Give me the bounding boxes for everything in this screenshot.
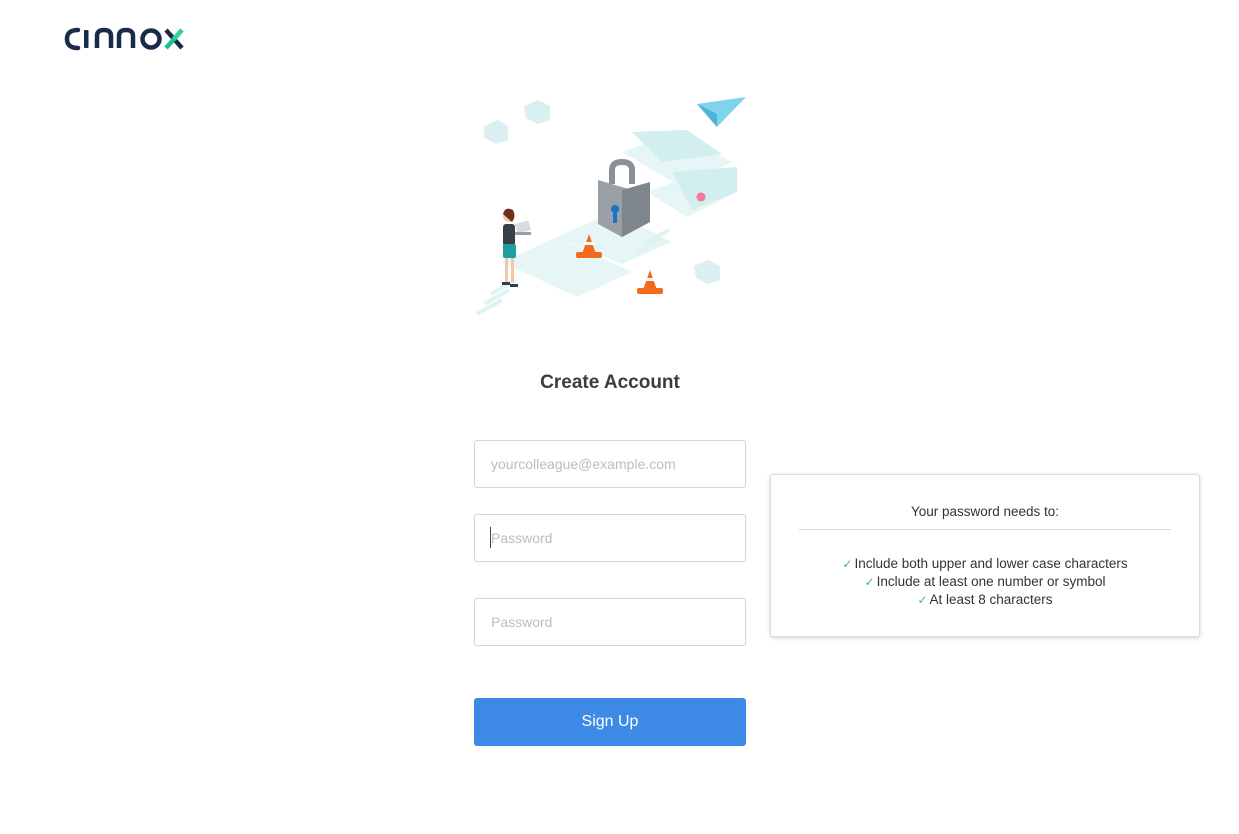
- confirm-password-input[interactable]: [474, 598, 746, 646]
- requirement-item: ✓ At least 8 characters: [771, 591, 1199, 609]
- cinnox-logo[interactable]: [64, 20, 208, 58]
- security-lock-illustration: [476, 97, 746, 316]
- divider: [799, 529, 1171, 530]
- text-cursor: [490, 527, 491, 548]
- page-title: Create Account: [540, 372, 680, 393]
- signup-page: Create Account Sign Up Your password nee…: [0, 0, 1239, 834]
- requirement-item: ✓ Include both upper and lower case chara…: [771, 555, 1199, 573]
- requirement-text: At least 8 characters: [929, 592, 1053, 607]
- password-input[interactable]: [474, 514, 746, 562]
- check-icon: ✓: [917, 593, 928, 607]
- password-requirements-card: Your password needs to: ✓ Include both up…: [770, 474, 1200, 637]
- password-requirements-list: ✓ Include both upper and lower case chara…: [771, 555, 1199, 609]
- password-requirements-heading: Your password needs to:: [910, 504, 1060, 519]
- requirement-text: Include both upper and lower case charac…: [854, 556, 1128, 571]
- check-icon: ✓: [864, 575, 875, 589]
- sign-up-button[interactable]: Sign Up: [474, 698, 746, 746]
- requirement-text: Include at least one number or symbol: [876, 574, 1106, 589]
- check-icon: ✓: [842, 557, 853, 571]
- email-input[interactable]: [474, 440, 746, 488]
- requirement-item: ✓ Include at least one number or symbol: [771, 573, 1199, 591]
